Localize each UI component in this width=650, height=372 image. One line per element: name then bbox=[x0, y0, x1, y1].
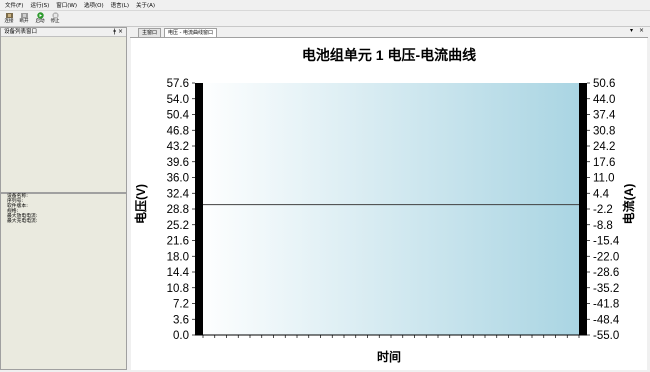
device-list-title: 设备列表窗口 bbox=[4, 29, 38, 35]
right-tick-label: -41.8 bbox=[593, 299, 619, 311]
left-tick-label: 0.0 bbox=[173, 330, 189, 342]
right-tick-label: 17.6 bbox=[593, 157, 615, 169]
properties-list: 设备名称: 序列号: 软件版本: 规格: 最大放电电流: 最大充电电流: bbox=[1, 194, 126, 225]
menu-bar: 文件(F) 运行(S) 窗口(W) 选项(O) 语言(L) 关于(A) bbox=[0, 0, 650, 11]
tab-main-window[interactable]: 主窗口 bbox=[138, 28, 162, 37]
left-tick-label: 3.6 bbox=[173, 314, 189, 326]
close-tab-icon[interactable]: × bbox=[639, 27, 644, 34]
toolbar: 连接 断开 启动 停止 bbox=[0, 11, 650, 27]
x-axis-label: 时间 bbox=[377, 349, 401, 364]
menu-window[interactable]: 窗口(W) bbox=[56, 1, 77, 9]
chart-svg: 57.6 54.0 50.4 46.8 43.2 39.6 36.0 32.4 28.8 25.2… bbox=[133, 78, 636, 364]
right-plot-border bbox=[579, 83, 587, 335]
right-tick-label: -48.4 bbox=[593, 314, 620, 326]
menu-options[interactable]: 选项(O) bbox=[84, 1, 104, 9]
right-tick-label: -2.2 bbox=[593, 204, 613, 216]
left-tick-label: 18.0 bbox=[167, 251, 189, 263]
start-label: 启动 bbox=[35, 19, 45, 24]
left-plot-border bbox=[195, 83, 203, 335]
left-tick-label: 57.6 bbox=[167, 78, 189, 90]
chevron-down-icon[interactable]: ▾ bbox=[630, 27, 633, 34]
left-tick-label: 10.8 bbox=[167, 283, 189, 295]
left-tick-label: 25.2 bbox=[167, 220, 189, 232]
disconnect-label: 断开 bbox=[19, 19, 29, 24]
start-button[interactable]: 启动 bbox=[33, 12, 47, 25]
document-area: 主窗口 电压 - 电流曲线窗口 ▾ × 电池组单元 1 电压-电流曲线 57.6… bbox=[130, 27, 648, 370]
connect-icon bbox=[5, 13, 13, 18]
right-tick-label: 4.4 bbox=[593, 188, 610, 200]
disconnect-button[interactable]: 断开 bbox=[17, 12, 31, 25]
chart-container: 电池组单元 1 电压-电流曲线 57.6 54.0 50.4 46.8 43.2 39.6… bbox=[131, 38, 647, 370]
menu-run[interactable]: 运行(S) bbox=[30, 1, 49, 9]
right-tick-label: 44.0 bbox=[593, 94, 615, 106]
right-tick-label: 50.6 bbox=[593, 78, 615, 90]
stop-button[interactable]: 停止 bbox=[48, 12, 62, 25]
device-list-title-bar: 设备列表窗口 ǂ × bbox=[1, 28, 126, 37]
left-axis-label: 电压(V) bbox=[133, 184, 148, 224]
right-tick-label: -35.2 bbox=[593, 283, 619, 295]
right-tick-label: -8.8 bbox=[593, 220, 613, 232]
left-tick-label: 14.4 bbox=[167, 267, 190, 279]
menu-language[interactable]: 语言(L) bbox=[111, 1, 129, 9]
left-tick-label: 28.8 bbox=[167, 204, 189, 216]
plot-area bbox=[195, 83, 587, 338]
left-tick-label: 36.0 bbox=[167, 173, 189, 185]
left-tick-label: 7.2 bbox=[173, 299, 189, 311]
left-axis-ticks: 57.6 54.0 50.4 46.8 43.2 39.6 36.0 32.4 28.8 25.2… bbox=[167, 78, 195, 342]
right-tick-label: 30.8 bbox=[593, 125, 615, 137]
left-tick-label: 43.2 bbox=[167, 141, 189, 153]
close-icon[interactable]: × bbox=[118, 28, 123, 35]
left-tick-label: 50.4 bbox=[167, 110, 190, 122]
stop-icon bbox=[51, 12, 59, 19]
menu-file[interactable]: 文件(F) bbox=[5, 1, 23, 9]
tab-strip: 主窗口 电压 - 电流曲线窗口 ▾ × bbox=[130, 27, 648, 38]
tab-voltage-current-curve[interactable]: 电压 - 电流曲线窗口 bbox=[164, 28, 217, 37]
stop-label: 停止 bbox=[50, 19, 60, 24]
menu-about[interactable]: 关于(A) bbox=[136, 1, 155, 9]
properties-panel: 设备名称: 序列号: 软件版本: 规格: 最大放电电流: 最大充电电流: bbox=[0, 193, 127, 370]
right-tick-label: 11.0 bbox=[593, 173, 615, 185]
right-tick-label: -55.0 bbox=[593, 330, 619, 342]
start-icon bbox=[36, 12, 44, 19]
left-tick-label: 32.4 bbox=[167, 188, 190, 200]
plot-background bbox=[195, 83, 587, 335]
right-tick-label: -22.0 bbox=[593, 251, 619, 263]
right-tick-label: -28.6 bbox=[593, 267, 619, 279]
left-tick-label: 21.6 bbox=[167, 236, 189, 248]
disconnect-icon bbox=[20, 13, 28, 18]
pin-icon[interactable]: ǂ bbox=[113, 28, 116, 35]
device-list-panel: 设备列表窗口 ǂ × bbox=[0, 27, 127, 193]
right-tick-label: -15.4 bbox=[593, 236, 620, 248]
right-axis-ticks: 50.6 44.0 37.4 30.8 24.2 17.6 11.0 4.4 -2.2 -8.8 -… bbox=[587, 78, 620, 342]
left-tick-label: 39.6 bbox=[167, 157, 189, 169]
connect-button[interactable]: 连接 bbox=[2, 12, 16, 25]
left-tick-label: 46.8 bbox=[167, 125, 189, 137]
connect-label: 连接 bbox=[4, 19, 14, 24]
right-tick-label: 37.4 bbox=[593, 110, 616, 122]
left-tick-label: 54.0 bbox=[167, 94, 189, 106]
right-axis-label: 电流(A) bbox=[621, 184, 636, 225]
prop-max-charge-current: 最大充电电流: bbox=[7, 219, 38, 225]
right-tick-label: 24.2 bbox=[593, 141, 615, 153]
